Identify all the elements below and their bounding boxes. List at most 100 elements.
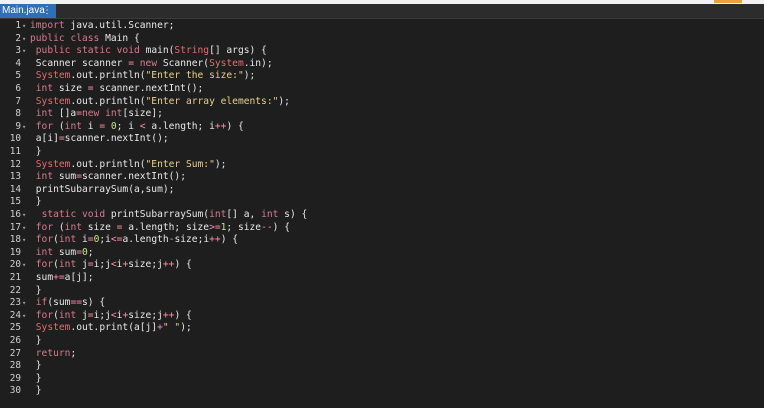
code-token: Scanner scanner bbox=[30, 57, 129, 69]
code-token: int bbox=[64, 221, 82, 233]
line-number: 1 bbox=[15, 20, 21, 31]
code-token: ;i bbox=[99, 234, 111, 246]
code-line[interactable]: int size = scanner.nextInt(); bbox=[30, 83, 204, 96]
code-token: <= bbox=[110, 234, 123, 246]
line-number: 6 bbox=[15, 83, 21, 94]
code-line[interactable]: } bbox=[30, 360, 42, 373]
code-line[interactable]: static void printSubarraySum(int[] a, in… bbox=[30, 209, 308, 222]
code-line[interactable]: System.out.println("Enter Sum:"); bbox=[30, 158, 227, 172]
fold-arrow-icon[interactable]: ▾ bbox=[22, 20, 28, 33]
code-token: void bbox=[82, 209, 106, 220]
code-token: ); bbox=[214, 158, 227, 170]
code-token: s) { bbox=[82, 297, 106, 309]
code-token: .out.println( bbox=[70, 95, 146, 107]
code-token: int bbox=[64, 120, 82, 132]
line-number: 20 bbox=[9, 259, 21, 271]
code-token: for bbox=[35, 234, 54, 246]
code-token: "Enter array elements:" bbox=[145, 95, 279, 107]
fold-arrow-icon[interactable]: ▾ bbox=[22, 222, 28, 235]
code-token: int bbox=[35, 83, 54, 94]
code-line[interactable]: a[i]=scanner.nextInt(); bbox=[30, 133, 169, 146]
code-line[interactable]: for (int size = a.length; size>=1; size-… bbox=[30, 222, 290, 235]
code-line[interactable]: for (int i = 0; i < a.length; i++) { bbox=[30, 121, 244, 134]
code-line[interactable]: return; bbox=[30, 348, 76, 361]
code-token: for bbox=[35, 221, 54, 233]
tab-main-java[interactable]: Main.java ⋮ bbox=[0, 4, 56, 18]
code-token: scanner.nextInt(); bbox=[82, 171, 186, 183]
code-line[interactable]: int []a=new int[size]; bbox=[30, 108, 163, 121]
fold-arrow-icon[interactable]: ▾ bbox=[22, 234, 28, 247]
code-editor[interactable]: 1 ▾ 2 ▾ 3 ▾ 4 5 6 7 8 9 ▾ 10 11 12 13 14 15 16 ▾ 17 ▾ 18 ▾ 19 20 ▾ 2… bbox=[0, 19, 764, 408]
code-token: [size]; bbox=[122, 108, 163, 120]
code-token: int bbox=[35, 246, 54, 258]
fold-arrow-icon[interactable]: ▾ bbox=[22, 121, 28, 134]
code-token: int bbox=[209, 209, 227, 220]
code-token: Scanner( bbox=[157, 57, 210, 69]
line-number: 29 bbox=[9, 372, 21, 384]
code-line[interactable]: Scanner scanner = new Scanner(System.in)… bbox=[30, 58, 273, 71]
line-number: 22 bbox=[9, 284, 21, 296]
fold-arrow-icon[interactable]: ▾ bbox=[22, 209, 28, 222]
code-line[interactable]: System.out.println("Enter array elements… bbox=[30, 96, 290, 109]
code-line[interactable]: int sum=scanner.nextInt(); bbox=[30, 171, 186, 184]
tab-label: Main.java bbox=[2, 5, 45, 16]
code-token: printSubarraySum( bbox=[105, 209, 210, 220]
fold-arrow-icon[interactable]: ▾ bbox=[22, 310, 28, 323]
code-token: (sum bbox=[47, 297, 71, 309]
code-token: a.length bbox=[122, 234, 169, 246]
code-line[interactable]: sum+=a[j]; bbox=[30, 272, 94, 285]
code-token: System bbox=[209, 57, 244, 69]
code-line[interactable]: import java.util.Scanner; bbox=[30, 20, 174, 33]
code-token: ++ bbox=[162, 259, 175, 271]
code-token: size;j bbox=[128, 309, 163, 321]
code-token: } bbox=[30, 385, 42, 397]
line-number-gutter: 1 ▾ 2 ▾ 3 ▾ 4 5 6 7 8 9 ▾ 10 11 12 13 14 15 16 ▾ 17 ▾ 18 ▾ 19 20 ▾ 2… bbox=[0, 19, 30, 408]
code-line[interactable]: } bbox=[30, 196, 42, 209]
code-line[interactable]: } bbox=[30, 385, 42, 398]
code-token: ); bbox=[278, 95, 290, 107]
code-line[interactable]: } bbox=[30, 373, 42, 386]
line-number: 23 bbox=[9, 297, 21, 309]
code-token: [] args) { bbox=[209, 45, 267, 57]
code-token: } bbox=[30, 372, 42, 384]
code-line[interactable]: if(sum==s) { bbox=[30, 297, 105, 310]
code-token: sum bbox=[53, 246, 77, 258]
code-token: static bbox=[76, 45, 111, 57]
code-line[interactable]: public class Main { bbox=[30, 33, 140, 46]
code-token: size;j bbox=[128, 259, 163, 271]
code-token: ; size bbox=[226, 221, 262, 233]
fold-arrow-icon[interactable]: ▾ bbox=[22, 33, 28, 46]
code-line[interactable]: public static void main(String[] args) { bbox=[30, 45, 267, 58]
code-line[interactable]: } bbox=[30, 285, 42, 298]
code-token: printSubarraySum(a,sum); bbox=[30, 183, 175, 195]
code-area[interactable]: import java.util.Scanner; public class Ma… bbox=[30, 19, 764, 408]
code-line[interactable]: printSubarraySum(a,sum); bbox=[30, 183, 175, 197]
editor-window: Main.java ⋮ 1 ▾ 2 ▾ 3 ▾ 4 5 6 7 8 9 ▾ 10 11 12 13 14 15 16 ▾… bbox=[0, 0, 764, 408]
code-token: } bbox=[30, 284, 42, 296]
code-token: for bbox=[35, 259, 54, 271]
code-line[interactable]: System.out.print(a[j]+" "); bbox=[30, 322, 192, 335]
code-line[interactable]: for(int j=i;j<i+size;j++) { bbox=[30, 259, 192, 272]
code-token: static bbox=[41, 209, 77, 220]
code-token: void bbox=[116, 45, 140, 57]
code-line[interactable]: } bbox=[30, 146, 42, 159]
code-token: .out.println( bbox=[70, 70, 146, 82]
code-token: for bbox=[35, 309, 54, 321]
code-line[interactable]: int sum=0; bbox=[30, 247, 94, 260]
line-number: 15 bbox=[9, 196, 21, 208]
kebab-menu-icon[interactable]: ⋮ bbox=[42, 4, 52, 18]
line-number: 27 bbox=[9, 347, 21, 359]
code-token: int bbox=[261, 209, 279, 220]
code-token: int bbox=[58, 234, 77, 246]
code-line[interactable]: System.out.println("Enter the size:"); bbox=[30, 70, 256, 83]
code-line[interactable]: for(int i=0;i<=a.length-size;i++) { bbox=[30, 234, 238, 247]
code-token: } bbox=[30, 196, 42, 208]
code-token: main( bbox=[139, 45, 175, 57]
code-token: ( bbox=[53, 221, 65, 233]
fold-arrow-icon[interactable]: ▾ bbox=[22, 45, 28, 58]
code-token: ; bbox=[87, 246, 94, 258]
code-line[interactable]: for(int j=i;j<i+size;j++) { bbox=[30, 310, 192, 323]
fold-arrow-icon[interactable]: ▾ bbox=[22, 297, 28, 310]
fold-arrow-icon[interactable]: ▾ bbox=[22, 259, 28, 272]
code-line[interactable]: } bbox=[30, 335, 42, 348]
